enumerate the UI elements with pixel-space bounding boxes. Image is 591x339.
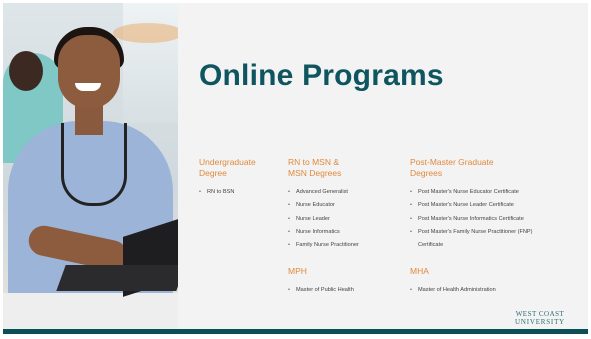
program-column-mph: MPH Master of Public Health bbox=[288, 266, 354, 298]
program-heading: Post-Master Graduate Degrees bbox=[410, 157, 494, 178]
program-item: Post Master's Nurse Educator Certificate bbox=[410, 186, 560, 200]
program-item: Post Master's Nurse Leader Certificate bbox=[410, 199, 560, 213]
program-item: Master of Health Administration bbox=[410, 284, 496, 298]
program-item: RN to BSN bbox=[199, 186, 256, 200]
bottom-accent-bar bbox=[3, 329, 588, 334]
university-logo: WEST COAST UNIVERSITY bbox=[515, 310, 565, 326]
logo-line1: WEST COAST bbox=[515, 310, 565, 318]
program-list: Post Master's Nurse Educator Certificate… bbox=[410, 186, 560, 252]
program-heading: RN to MSN & MSN Degrees bbox=[288, 157, 342, 178]
program-item: Family Nurse Practitioner bbox=[288, 239, 359, 253]
program-item: Advanced Generalist bbox=[288, 186, 359, 200]
program-list: Master of Public Health bbox=[288, 284, 354, 298]
program-column-msn: RN to MSN &MSN Degrees Advanced Generali… bbox=[288, 157, 359, 253]
nurse-photo bbox=[3, 3, 178, 334]
program-list: Advanced Generalist Nurse Educator Nurse… bbox=[288, 186, 359, 253]
program-item: Post Master's Family Nurse Practitioner … bbox=[410, 226, 558, 253]
program-heading: Undergraduate Degree bbox=[199, 157, 256, 178]
program-item: Nurse Educator bbox=[288, 199, 359, 213]
program-list: Master of Health Administration bbox=[410, 284, 496, 298]
program-column-post-master: Post-Master GraduateDegrees Post Master'… bbox=[410, 157, 560, 252]
program-column-undergraduate: UndergraduateDegree RN to BSN bbox=[199, 157, 256, 200]
page-title: Online Programs bbox=[199, 59, 444, 92]
program-item: Post Master's Nurse Informatics Certific… bbox=[410, 213, 560, 227]
program-item: Master of Public Health bbox=[288, 284, 354, 298]
program-list: RN to BSN bbox=[199, 186, 256, 200]
program-item: Nurse Leader bbox=[288, 213, 359, 227]
program-item: Nurse Informatics bbox=[288, 226, 359, 240]
program-heading: MPH bbox=[288, 266, 307, 276]
program-column-mha: MHA Master of Health Administration bbox=[410, 266, 496, 298]
slide: Online Programs UndergraduateDegree RN t… bbox=[3, 3, 588, 334]
logo-line2: UNIVERSITY bbox=[515, 318, 565, 326]
program-heading: MHA bbox=[410, 266, 429, 276]
